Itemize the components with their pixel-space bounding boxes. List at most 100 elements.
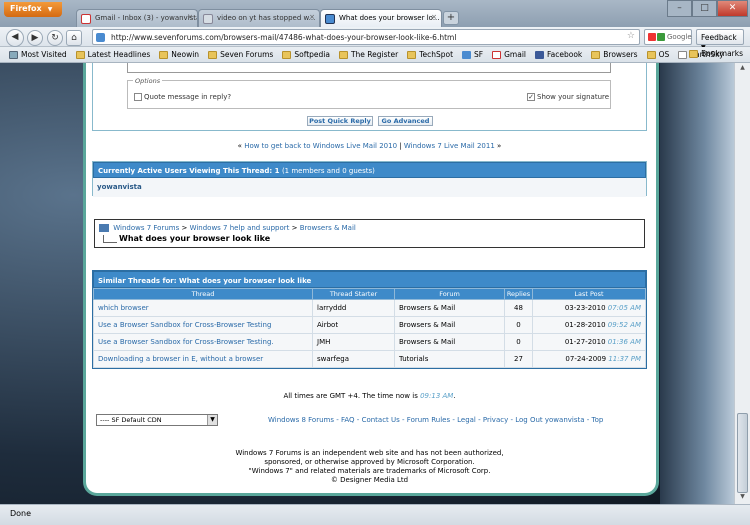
prev-thread-link[interactable]: How to get back to Windows Live Mail 201… bbox=[244, 142, 397, 150]
thread-link[interactable]: which browser bbox=[93, 299, 313, 317]
bookmark-facebook[interactable]: Facebook bbox=[532, 50, 585, 59]
footer-link-top[interactable]: Top bbox=[592, 416, 604, 424]
time-now: 09:13 AM bbox=[420, 392, 454, 400]
tab-sevenforums[interactable]: What does your browser lo... × bbox=[320, 9, 442, 27]
footer-link-rules[interactable]: Forum Rules bbox=[407, 416, 450, 424]
chevron-down-icon: ▼ bbox=[207, 415, 217, 425]
thread-link[interactable]: Downloading a browser in E, without a br… bbox=[93, 350, 313, 368]
time-prefix: All times are GMT +4. The time now is bbox=[283, 392, 418, 400]
breadcrumb-sep: > bbox=[181, 224, 188, 232]
sevenforums-icon bbox=[462, 50, 472, 59]
options-legend: Options bbox=[133, 77, 163, 85]
quote-checkbox[interactable] bbox=[134, 93, 142, 101]
post-quick-reply-button[interactable]: Post Quick Reply bbox=[307, 116, 373, 126]
home-button[interactable]: ⌂ bbox=[66, 30, 82, 46]
close-icon[interactable]: × bbox=[309, 13, 315, 21]
bookmark-label: Seven Forums bbox=[220, 50, 274, 59]
current-thread-title: What does your browser look like bbox=[119, 234, 271, 243]
tree-branch-icon bbox=[103, 235, 117, 243]
footer-link-faq[interactable]: FAQ bbox=[341, 416, 355, 424]
feedback-button[interactable]: Feedback ▼ bbox=[696, 29, 744, 51]
bookmark-label: Facebook bbox=[547, 50, 583, 59]
last-post-date: 07-24-2009 bbox=[565, 355, 607, 363]
footer-link-privacy[interactable]: Privacy bbox=[483, 416, 508, 424]
firefox-menu-label: Firefox bbox=[10, 4, 42, 13]
folder-icon bbox=[646, 50, 656, 59]
thread-replies: 0 bbox=[504, 333, 533, 351]
close-icon[interactable]: × bbox=[187, 13, 193, 21]
bookmark-softpedia[interactable]: Softpedia bbox=[279, 50, 333, 59]
tab-video[interactable]: video on yt has stopped w... × bbox=[198, 9, 320, 27]
back-button[interactable]: ◀ bbox=[6, 29, 24, 47]
firefox-menu-button[interactable]: Firefox ▼ bbox=[4, 2, 62, 17]
bookmark-latest-headlines[interactable]: Latest Headlines bbox=[73, 50, 154, 59]
bookmark-techspot[interactable]: TechSpot bbox=[404, 50, 456, 59]
bookmark-os[interactable]: OS bbox=[644, 50, 673, 59]
footer-link-windows8[interactable]: Windows 8 Forums bbox=[268, 416, 334, 424]
tab-gmail[interactable]: Gmail - Inbox (3) - yowanvista@... × bbox=[76, 9, 198, 27]
back-arrow-icon: ◀ bbox=[11, 32, 19, 42]
signature-option[interactable]: ✓ Show your signature bbox=[527, 93, 609, 101]
scroll-up-icon[interactable]: ▲ bbox=[737, 64, 748, 74]
bookmark-star-icon[interactable]: ☆ bbox=[627, 31, 635, 41]
bookmark-most-visited[interactable]: Most Visited bbox=[6, 50, 70, 59]
bookmark-the-register[interactable]: The Register bbox=[336, 50, 401, 59]
table-row: which browser larryddd Browsers & Mail 4… bbox=[93, 299, 646, 317]
bookmark-neowin[interactable]: Neowin bbox=[156, 50, 202, 59]
breadcrumb-item[interactable]: Browsers & Mail bbox=[300, 224, 356, 232]
scroll-down-icon[interactable]: ▼ bbox=[737, 493, 748, 503]
table-row: Use a Browser Sandbox for Cross-Browser … bbox=[93, 316, 646, 334]
next-thread-link[interactable]: Windows 7 Live Mail 2011 bbox=[404, 142, 495, 150]
last-post-date: 03-23-2010 bbox=[564, 304, 606, 312]
style-chooser-select[interactable]: ---- SF Default CDN ▼ bbox=[96, 414, 218, 426]
bookmark-browsers[interactable]: Browsers bbox=[588, 50, 640, 59]
breadcrumb-item[interactable]: Windows 7 help and support bbox=[190, 224, 290, 232]
time-suffix: . bbox=[453, 392, 456, 400]
page-icon bbox=[203, 14, 213, 24]
go-advanced-button[interactable]: Go Advanced bbox=[378, 116, 433, 126]
disclaimer-line: sponsored, or otherwise approved by Micr… bbox=[264, 458, 475, 466]
status-text: Done bbox=[10, 509, 32, 518]
breadcrumb-item[interactable]: Windows 7 Forums bbox=[113, 224, 179, 232]
scrollbar-thumb[interactable] bbox=[737, 413, 748, 493]
new-tab-button[interactable]: + bbox=[443, 11, 459, 25]
footer-link-legal[interactable]: Legal bbox=[457, 416, 476, 424]
close-window-button[interactable]: ✕ bbox=[717, 0, 748, 17]
footer-sep: - bbox=[452, 416, 455, 424]
bookmark-gmail[interactable]: Gmail bbox=[489, 50, 529, 59]
quote-option[interactable]: Quote message in reply? bbox=[134, 93, 231, 101]
site-identity-icon bbox=[96, 33, 105, 42]
folder-icon bbox=[338, 50, 348, 59]
bookmark-label: The Register bbox=[350, 50, 399, 59]
thread-link[interactable]: Use a Browser Sandbox for Cross-Browser … bbox=[93, 316, 313, 334]
nav-separator: | bbox=[399, 142, 402, 150]
thread-forum: Browsers & Mail bbox=[394, 316, 505, 334]
search-box[interactable]: Google bbox=[644, 29, 692, 45]
footer-link-contact[interactable]: Contact Us bbox=[362, 416, 400, 424]
last-post: 07-24-2009 11:37 PM bbox=[532, 350, 646, 368]
breadcrumb-sep: > bbox=[291, 224, 298, 232]
bookmark-sf[interactable]: SF bbox=[459, 50, 486, 59]
minimize-button[interactable]: – bbox=[667, 0, 692, 17]
bookmarks-menu-button[interactable]: Bookmarks bbox=[686, 49, 746, 58]
url-bar[interactable]: http://www.sevenforums.com/browsers-mail… bbox=[92, 29, 640, 45]
signature-checkbox[interactable]: ✓ bbox=[527, 93, 535, 101]
thread-link[interactable]: Use a Browser Sandbox for Cross-Browser … bbox=[93, 333, 313, 351]
footer-sep: - bbox=[356, 416, 360, 424]
vertical-scrollbar[interactable]: ▲ ▼ bbox=[734, 63, 750, 504]
bookmark-seven-forums[interactable]: Seven Forums bbox=[205, 50, 276, 59]
gmail-icon bbox=[81, 14, 91, 24]
disclaimer-line: "Windows 7" and related materials are tr… bbox=[248, 467, 491, 475]
reload-button[interactable]: ↻ bbox=[47, 30, 63, 46]
signature-label: Show your signature bbox=[537, 93, 610, 101]
close-icon[interactable]: × bbox=[431, 13, 437, 21]
active-users-title: Currently Active Users Viewing This Thre… bbox=[98, 167, 280, 175]
active-user-link[interactable]: yowanvista bbox=[97, 183, 142, 191]
footer-link-logout[interactable]: Log Out yowanvista bbox=[515, 416, 584, 424]
similar-threads-header: Similar Threads for: What does your brow… bbox=[93, 271, 646, 288]
thread-forum: Browsers & Mail bbox=[394, 299, 505, 317]
forward-button[interactable]: ▶ bbox=[27, 30, 43, 46]
maximize-button[interactable]: □ bbox=[692, 0, 717, 17]
similar-threads-box: Similar Threads for: What does your brow… bbox=[92, 270, 647, 369]
last-post-date: 01-27-2010 bbox=[564, 338, 606, 346]
